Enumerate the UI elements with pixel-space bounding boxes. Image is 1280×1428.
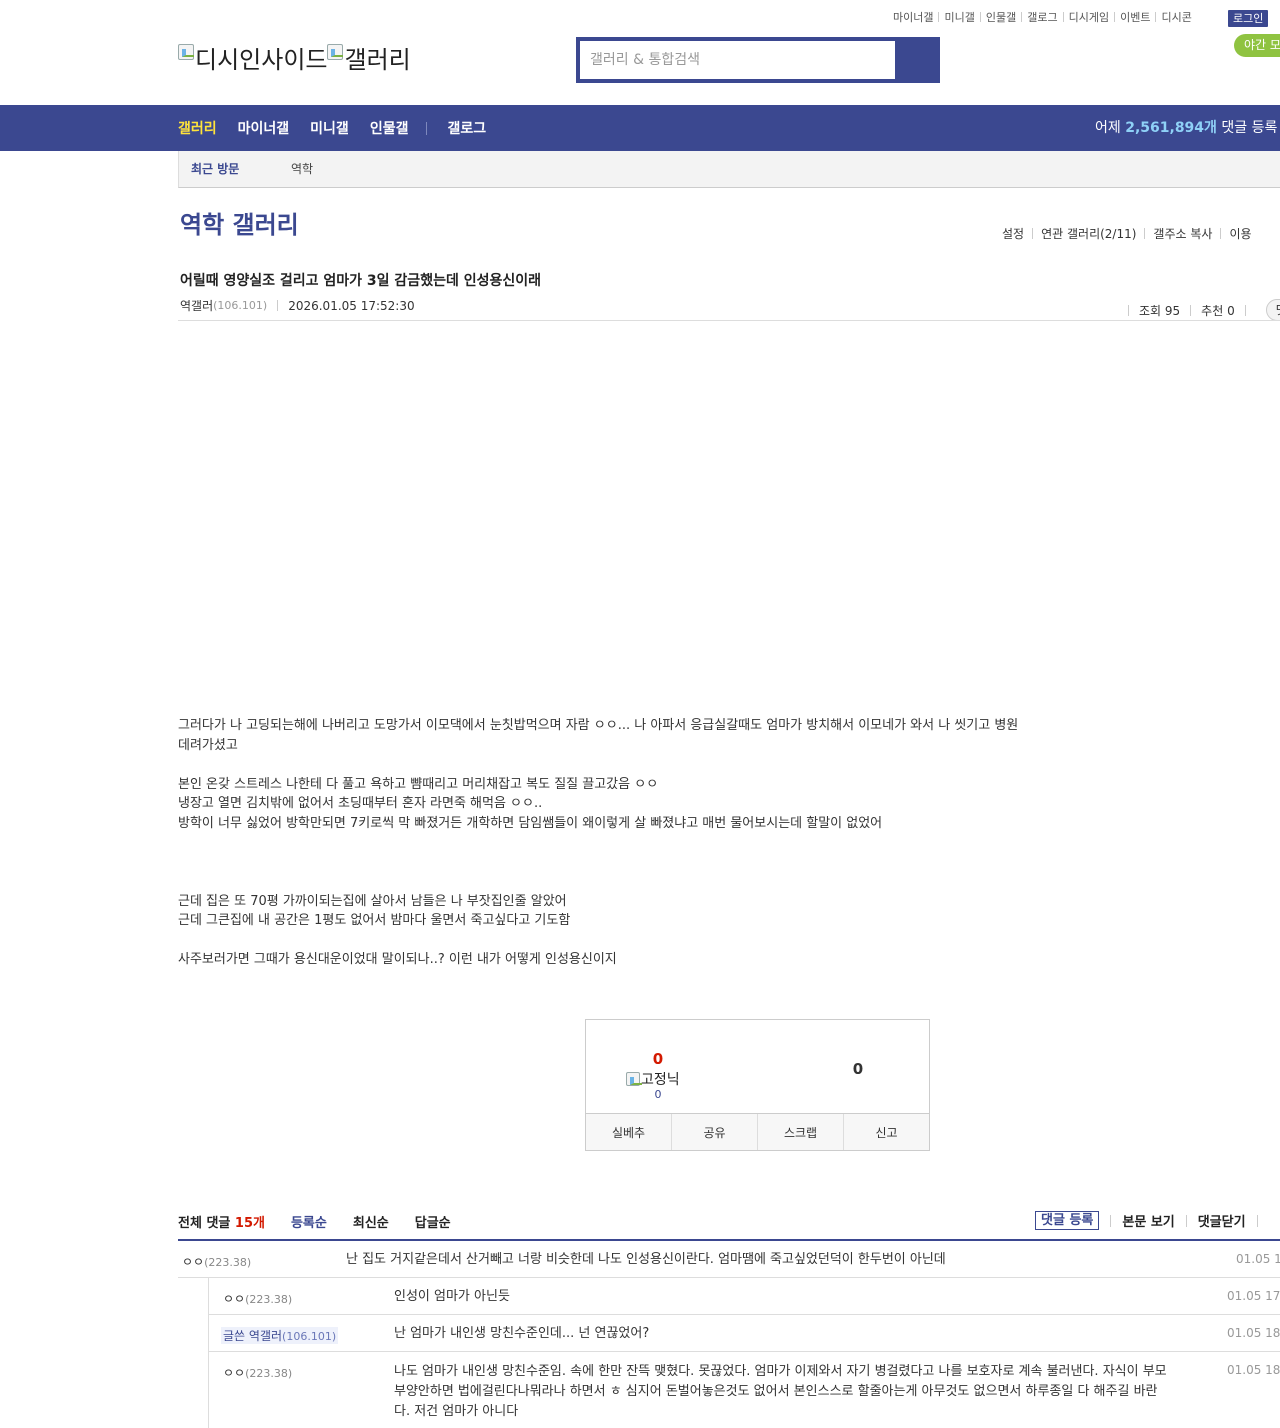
- scrap-button[interactable]: 스크랩: [758, 1114, 844, 1150]
- search-box: [576, 37, 940, 83]
- gallery-links: 설정 연관 갤러리(2/11) 갤주소 복사 이용: [1002, 225, 1252, 242]
- util-link-minor[interactable]: 마이너갤: [893, 9, 933, 25]
- post-body-line: [178, 853, 1078, 873]
- reply-writer-nick[interactable]: 글쓴 역갤러(106.101): [221, 1327, 339, 1344]
- util-link-game[interactable]: 디시게임: [1069, 9, 1109, 25]
- reply-date: 01.05 17:5: [1227, 1289, 1280, 1303]
- nav-item-person[interactable]: 인물갤: [370, 118, 409, 138]
- util-link-mini[interactable]: 미니갤: [944, 9, 974, 25]
- post-body-line: 냉장고 열면 김치밖에 없어서 초딩때부터 혼자 라면죽 해먹음 ㅇㅇ..: [178, 796, 543, 811]
- comments-total-label: 전체 댓글: [178, 1216, 231, 1231]
- sort-by-registered[interactable]: 등록순: [291, 1212, 327, 1231]
- comment-date: 01.05 17: [1236, 1252, 1280, 1266]
- reply-date: 01.05 18:0: [1227, 1326, 1280, 1340]
- nav-item-minor[interactable]: 마이너갤: [238, 118, 290, 138]
- post-body: 그러다가 나 고딩되는해에 나버리고 도망가서 이모댁에서 눈칫밥먹으며 자람 …: [178, 716, 1078, 970]
- gallery-settings-link[interactable]: 설정: [1002, 225, 1024, 242]
- util-link-person[interactable]: 인물갤: [986, 9, 1016, 25]
- post-author-ip: (106.101): [213, 299, 268, 312]
- reply-text: 나도 엄마가 내인생 망친수준임. 속에 한만 잔뜩 맺혔다. 못끊었다. 엄마…: [394, 1364, 1167, 1419]
- comment-stat-count: 2,561,894개: [1125, 120, 1217, 136]
- reply-item: ㅇㅇ(223.38) 나도 엄마가 내인생 망친수준임. 속에 한만 잔뜩 맺혔…: [208, 1352, 1280, 1428]
- recommend-down-count: 0: [852, 1060, 864, 1078]
- post-views: 조회 95: [1139, 303, 1181, 318]
- post-body-line: 방학이 너무 싫었어 방학만되면 7키로씩 막 빠졌거든 개학하면 담임쌤들이 …: [178, 815, 883, 831]
- share-button[interactable]: 공유: [672, 1114, 758, 1150]
- login-button[interactable]: 로그인: [1228, 10, 1269, 27]
- util-link-dccon[interactable]: 디시콘: [1161, 9, 1191, 25]
- post-date: 2026.01.05 17:52:30: [288, 298, 415, 313]
- broken-image-icon: [626, 1072, 642, 1086]
- reply-item: 글쓴 역갤러(106.101) 난 엄마가 내인생 망친수준인데... 넌 연끊…: [208, 1315, 1280, 1352]
- post-body-line: [178, 755, 1078, 775]
- site-logo[interactable]: 디시인사이드 갤러리: [178, 40, 411, 75]
- comment-text: 난 집도 거지같은데서 산거빼고 너랑 비슷한데 나도 인성용신이란다. 엄마땜…: [346, 1252, 946, 1267]
- post-comment-button[interactable]: 댓: [1265, 299, 1280, 321]
- sort-by-latest[interactable]: 최신순: [353, 1212, 389, 1231]
- util-link-event[interactable]: 이벤트: [1120, 9, 1150, 25]
- night-mode-button[interactable]: 야간 모: [1234, 34, 1280, 57]
- top-utility-links: 마이너갤 미니갤 인물갤 갤로그 디시게임 이벤트 디시콘: [893, 10, 1192, 24]
- fixed-nick-label: 고정닉: [641, 1072, 680, 1088]
- post-body-line: [178, 833, 1078, 853]
- close-comments-button[interactable]: 댓글닫기: [1198, 1211, 1246, 1230]
- post-body-line: 근데 그큰집에 내 공간은 1평도 없어서 밤마다 울면서 죽고싶다고 기도함: [178, 913, 571, 928]
- post-body-line: 데려가셨고: [178, 737, 238, 753]
- post-title: 어릴때 영양실조 걸리고 엄마가 3일 감금했는데 인성용신이래: [180, 273, 541, 289]
- comments-header: 전체 댓글 15개 등록순 최신순 답글순: [178, 1212, 451, 1231]
- reply-text: 인성이 엄마가 아닌듯: [394, 1289, 510, 1304]
- post-author[interactable]: 역갤러: [180, 297, 213, 314]
- recent-visit-item[interactable]: 역학: [291, 151, 313, 188]
- fixed-nick-recommend: 고정닉: [626, 1069, 680, 1089]
- usage-link[interactable]: 이용: [1229, 225, 1251, 242]
- search-input[interactable]: [580, 41, 895, 79]
- recommend-up-count: 0: [652, 1050, 664, 1068]
- silbe-recommend-button[interactable]: 실베추: [586, 1114, 672, 1150]
- report-button[interactable]: 신고: [844, 1114, 929, 1150]
- recent-visit-bar: 최근 방문 역학: [178, 151, 1280, 188]
- post-meta: 역갤러 (106.101) 2026.01.05 17:52:30: [180, 297, 415, 314]
- post-stats: 조회 95 추천 0 댓: [1128, 299, 1280, 321]
- main-nav: 갤러리 마이너갤 미니갤 인물갤 갤로그 어제 2,561,894개 댓글 등록: [0, 105, 1280, 151]
- comment-actions: 댓글 등록 본문 보기 댓글닫기: [1035, 1211, 1269, 1230]
- reply-nick[interactable]: ㅇㅇ(223.38): [223, 1290, 292, 1307]
- recommend-box: 0 고정닉 0 0 실베추 공유 스크랩 신고: [585, 1019, 930, 1151]
- search-button[interactable]: [895, 37, 940, 83]
- util-link-gallog[interactable]: 갤로그: [1027, 9, 1057, 25]
- reply-nick[interactable]: ㅇㅇ(223.38): [223, 1364, 292, 1381]
- post-recommend: 추천 0: [1201, 303, 1235, 318]
- reply-date: 01.05 18:0: [1227, 1363, 1280, 1377]
- broken-image-icon: [327, 43, 344, 60]
- post-body-line: 그러다가 나 고딩되는해에 나버리고 도망가서 이모댁에서 눈칫밥먹으며 자람 …: [178, 718, 1019, 733]
- post-body-line: 본인 온갖 스트레스 나한테 다 풀고 욕하고 뺨때리고 머리채잡고 복도 질질…: [178, 776, 659, 792]
- reply-item: ㅇㅇ(223.38) 인성이 엄마가 아닌듯 01.05 17:5: [208, 1278, 1280, 1315]
- broken-image-icon: [178, 43, 194, 60]
- copy-address-link[interactable]: 갤주소 복사: [1153, 225, 1212, 242]
- sort-by-replies[interactable]: 답글순: [415, 1212, 451, 1231]
- comment-item: ㅇㅇ(223.38) 난 집도 거지같은데서 산거빼고 너랑 비슷한데 나도 인…: [178, 1241, 1280, 1278]
- nav-item-mini[interactable]: 미니갤: [310, 118, 349, 138]
- divider: [178, 320, 1280, 321]
- view-post-button[interactable]: 본문 보기: [1122, 1211, 1174, 1230]
- related-gallery-link[interactable]: 연관 갤러리(2/11): [1041, 225, 1136, 242]
- comment-register-button[interactable]: 댓글 등록: [1035, 1211, 1100, 1230]
- nav-item-gallog[interactable]: 갤로그: [447, 118, 486, 138]
- post-body-line: [178, 872, 1078, 892]
- post-body-line: 근데 집은 또 70평 가까이되는집에 살아서 남들은 나 부잣집인줄 알았어: [178, 893, 567, 909]
- recent-visit-label[interactable]: 최근 방문: [191, 151, 239, 188]
- fixed-nick-count: 0: [654, 1088, 662, 1101]
- logo-text-dcinside: 디시인사이드: [195, 46, 328, 74]
- logo-text-gallery: 갤러리: [344, 46, 411, 74]
- nav-item-gallery[interactable]: 갤러리: [178, 118, 217, 138]
- reply-text: 난 엄마가 내인생 망친수준인데... 넌 연끊었어?: [394, 1326, 650, 1341]
- post-body-line: 사주보러가면 그때가 용신대운이었대 말이되나..? 이런 내가 어떻게 인성용…: [178, 952, 617, 967]
- gallery-title[interactable]: 역학 갤러리: [180, 205, 299, 240]
- writer-tag: 글쓴: [223, 1329, 246, 1343]
- comment-stat: 어제 2,561,894개 댓글 등록: [1095, 120, 1278, 136]
- post-body-line: [178, 931, 1078, 951]
- comment-nick[interactable]: ㅇㅇ(223.38): [182, 1253, 251, 1270]
- comments-total-count: 15개: [234, 1216, 265, 1231]
